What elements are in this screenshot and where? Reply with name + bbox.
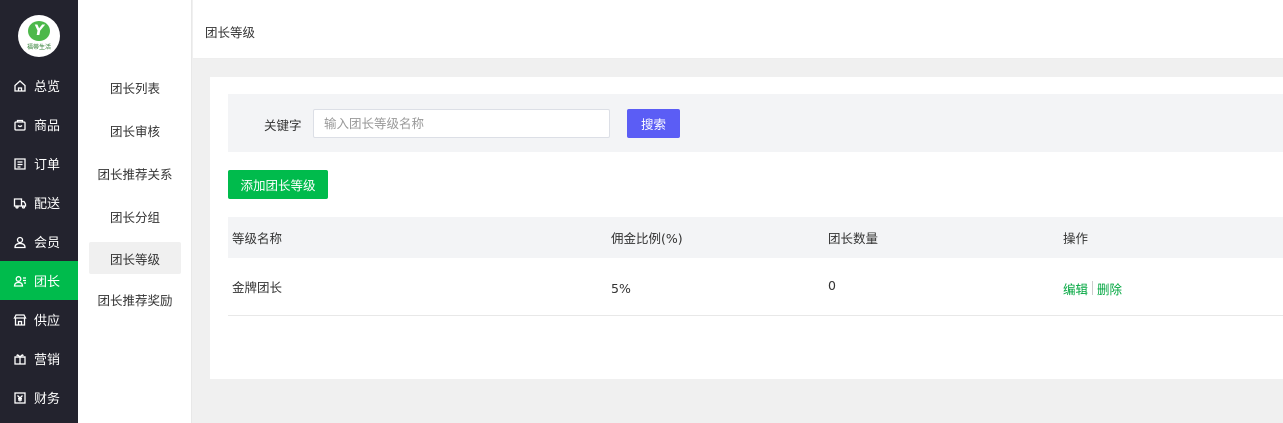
nav-item-members[interactable]: 会员 (0, 222, 78, 261)
column-header-actions: 操作 (1063, 231, 1089, 246)
keyword-label: 关键字 (264, 118, 302, 133)
column-header-commission-rate: 佣金比例(%) (611, 231, 683, 246)
delivery-icon (13, 196, 27, 210)
gift-icon (13, 352, 27, 366)
nav-item-marketing[interactable]: 营销 (0, 339, 78, 378)
logo-text: 福蒂生活 (26, 44, 51, 51)
order-icon (13, 157, 27, 171)
subnav-item-leader-list[interactable]: 团长列表 (78, 66, 192, 109)
nav-item-delivery[interactable]: 配送 (0, 183, 78, 222)
cell-leader-count: 0 (828, 277, 836, 293)
subnav-item-leader-group[interactable]: 团长分组 (78, 195, 192, 238)
breadcrumb: 团长等级 (205, 25, 256, 40)
nav-item-label: 营销 (34, 353, 61, 368)
subnav-item-referral-reward[interactable]: 团长推荐奖励 (78, 278, 192, 321)
subnav-item-leader-level[interactable]: 团长等级 (89, 242, 181, 274)
nav-item-label: 财务 (34, 392, 61, 407)
delete-link[interactable]: 删除 (1097, 279, 1122, 298)
nav-item-label: 商品 (34, 119, 61, 134)
column-header-leader-count: 团长数量 (828, 231, 879, 246)
add-leader-level-button[interactable]: 添加团长等级 (228, 170, 328, 199)
nav-item-label: 总览 (34, 80, 61, 95)
subnav-item-leader-review[interactable]: 团长审核 (78, 109, 192, 152)
column-header-level-name: 等级名称 (232, 231, 283, 246)
filter-bar: 关键字 搜索 (228, 94, 1283, 152)
member-icon (13, 235, 27, 249)
supply-icon (13, 313, 27, 327)
nav-item-label: 配送 (34, 197, 61, 212)
brand-logo[interactable]: Y 福蒂生活 (18, 15, 60, 57)
nav-item-label: 供应 (34, 314, 61, 329)
finance-icon (13, 391, 27, 405)
primary-sidebar: Y 福蒂生活 总览 商品 订单 配送 会员 团长 供应 营销 财务 (0, 0, 78, 423)
edit-link[interactable]: 编辑 (1063, 279, 1088, 298)
cell-actions: 编辑 删除 (1063, 258, 1122, 315)
nav-item-overview[interactable]: 总览 (0, 66, 78, 105)
nav-item-goods[interactable]: 商品 (0, 105, 78, 144)
leader-icon (13, 274, 27, 288)
nav-item-leaders[interactable]: 团长 (0, 261, 78, 300)
logo-mark-icon: Y (28, 21, 50, 41)
home-icon (13, 79, 27, 93)
leader-level-table: 等级名称 佣金比例(%) 团长数量 操作 金牌团长 5% 0 编辑 删除 (228, 217, 1283, 316)
page-header: 团长等级 (193, 0, 1283, 59)
goods-icon (13, 118, 27, 132)
secondary-sidebar: 团长列表 团长审核 团长推荐关系 团长分组 团长等级 团长推荐奖励 (78, 0, 192, 423)
table-header: 等级名称 佣金比例(%) 团长数量 操作 (228, 217, 1283, 258)
nav-item-label: 团长 (34, 275, 61, 290)
nav-item-orders[interactable]: 订单 (0, 144, 78, 183)
nav-item-finance[interactable]: 财务 (0, 378, 78, 417)
cell-level-name: 金牌团长 (232, 280, 283, 295)
nav-item-supply[interactable]: 供应 (0, 300, 78, 339)
table-row: 金牌团长 5% 0 编辑 删除 (228, 258, 1283, 316)
search-button[interactable]: 搜索 (627, 109, 680, 138)
keyword-input[interactable] (313, 109, 610, 138)
nav-list: 总览 商品 订单 配送 会员 团长 供应 营销 财务 (0, 66, 78, 417)
content-card: 关键字 搜索 添加团长等级 等级名称 佣金比例(%) 团长数量 操作 金牌团长 … (210, 77, 1283, 379)
nav-item-label: 会员 (34, 236, 61, 251)
cell-commission-rate: 5% (611, 280, 631, 296)
subnav-item-referral-relation[interactable]: 团长推荐关系 (78, 152, 192, 195)
subnav-list: 团长列表 团长审核 团长推荐关系 团长分组 团长等级 团长推荐奖励 (78, 66, 192, 321)
action-divider (1092, 281, 1094, 295)
nav-item-label: 订单 (34, 158, 61, 173)
